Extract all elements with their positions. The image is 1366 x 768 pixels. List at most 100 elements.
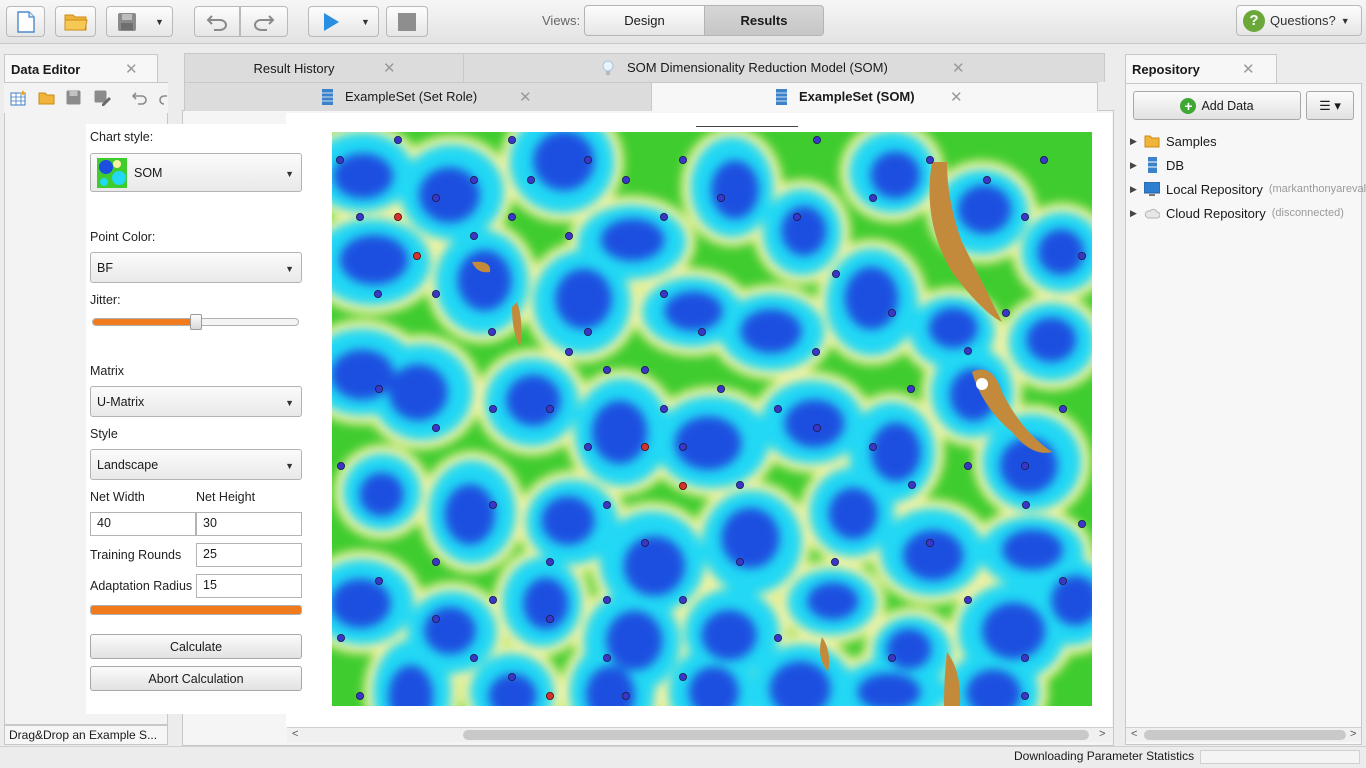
chevron-left-icon[interactable]: < — [292, 728, 298, 740]
repo-item-label: DB — [1166, 157, 1185, 173]
view-results-button[interactable]: Results — [704, 5, 824, 36]
view-design-button[interactable]: Design — [584, 5, 705, 36]
main-toolbar: ▼ ▼ Views: Design Results ? Questions? ▼ — [0, 0, 1366, 44]
questions-button[interactable]: ? Questions? ▼ — [1236, 5, 1362, 36]
new-table-icon[interactable] — [10, 90, 27, 106]
matrix-select[interactable]: U-Matrix ▼ — [90, 386, 302, 417]
questions-label: Questions? — [1270, 13, 1336, 28]
horizontal-scrollbar[interactable]: < > — [287, 727, 1113, 742]
data-point — [336, 155, 344, 164]
data-point — [355, 692, 364, 701]
jitter-label: Jitter: — [90, 293, 121, 307]
close-icon[interactable]: ✕ — [519, 88, 532, 106]
chevron-left-icon[interactable]: < — [1131, 728, 1137, 740]
close-icon[interactable]: ✕ — [952, 59, 965, 77]
run-dropdown-button[interactable]: ▼ — [353, 6, 379, 37]
repository-tab-label: Repository — [1132, 61, 1200, 77]
stop-icon — [398, 12, 416, 31]
training-rounds-input[interactable]: 25 — [196, 543, 302, 567]
scrollbar-thumb[interactable] — [1144, 730, 1346, 740]
chevron-right-icon[interactable]: > — [1099, 728, 1105, 740]
stop-process-button[interactable] — [386, 6, 428, 37]
tab-repository[interactable]: Repository ✕ — [1125, 54, 1277, 83]
save-disk-icon[interactable] — [66, 90, 81, 105]
data-point — [583, 327, 592, 336]
som-landscape-map — [332, 132, 1092, 706]
undo-icon[interactable] — [132, 91, 148, 105]
data-point — [602, 654, 611, 663]
data-point — [659, 289, 668, 298]
add-data-button[interactable]: + Add Data — [1133, 91, 1301, 120]
map-region-blue — [424, 606, 476, 655]
close-icon[interactable]: ✕ — [383, 59, 396, 77]
new-process-button[interactable] — [6, 6, 45, 37]
tab-som-model[interactable]: SOM Dimensionality Reduction Model (SOM)… — [463, 53, 1105, 82]
expand-arrow-icon[interactable]: ▶ — [1130, 136, 1138, 147]
net-width-input[interactable]: 40 — [90, 512, 196, 536]
abort-calculation-button[interactable]: Abort Calculation — [90, 666, 302, 691]
scrollbar-thumb[interactable] — [463, 730, 1089, 740]
point-color-select[interactable]: BF ▼ — [90, 252, 302, 283]
map-region-blue — [555, 268, 612, 330]
repo-item-local-repository[interactable]: ▶ Local Repository (markanthonyarevalo — [1130, 179, 1366, 199]
redo-icon[interactable] — [158, 91, 168, 105]
net-height-input[interactable]: 30 — [196, 512, 302, 536]
data-point — [545, 404, 554, 413]
undo-button[interactable] — [194, 6, 240, 37]
open-process-button[interactable] — [55, 6, 96, 37]
data-point — [830, 557, 839, 566]
progress-fill — [91, 606, 301, 614]
map-region-blue — [828, 487, 878, 540]
repo-item-db[interactable]: ▶ DB — [1130, 155, 1184, 175]
jitter-slider-thumb[interactable] — [190, 314, 202, 330]
run-process-button[interactable] — [308, 6, 354, 37]
save-process-button[interactable] — [106, 6, 148, 37]
save-as-icon[interactable] — [94, 90, 111, 106]
style-select[interactable]: Landscape ▼ — [90, 449, 302, 480]
data-point — [1021, 654, 1030, 663]
data-point — [964, 461, 973, 470]
data-point — [640, 365, 649, 374]
data-point — [926, 538, 935, 547]
expand-arrow-icon[interactable]: ▶ — [1130, 184, 1138, 195]
data-point — [602, 500, 611, 509]
map-region-blue — [740, 309, 802, 354]
calculation-progress-bar — [90, 605, 302, 615]
redo-button[interactable] — [240, 6, 288, 37]
map-region-blue — [541, 496, 595, 546]
expand-arrow-icon[interactable]: ▶ — [1130, 160, 1138, 171]
close-icon[interactable]: ✕ — [1242, 60, 1255, 78]
folder-icon[interactable] — [38, 91, 55, 105]
tab-result-history[interactable]: Result History ✕ — [184, 53, 464, 82]
repo-item-cloud-repository[interactable]: ▶ Cloud Repository (disconnected) — [1130, 203, 1344, 223]
save-dropdown-button[interactable]: ▼ — [147, 6, 173, 37]
repository-scrollbar[interactable]: < > — [1126, 727, 1361, 742]
chart-style-label: Chart style: — [90, 130, 154, 144]
chevron-right-icon[interactable]: > — [1350, 728, 1356, 740]
data-point — [716, 384, 725, 393]
map-region-blue — [674, 416, 742, 471]
tab-data-editor[interactable]: Data Editor ✕ — [4, 54, 158, 83]
tab-exampleset-som[interactable]: ExampleSet (SOM) ✕ — [651, 82, 1098, 111]
data-point-highlight — [545, 692, 554, 701]
chart-style-select[interactable]: SOM ▼ — [90, 153, 302, 192]
close-icon[interactable]: ✕ — [950, 88, 963, 106]
tab-exampleset-set-role[interactable]: ExampleSet (Set Role) ✕ — [184, 82, 652, 111]
map-region-blue — [606, 610, 663, 671]
data-point — [773, 633, 782, 642]
close-icon[interactable]: ✕ — [125, 60, 138, 78]
chevron-down-icon: ▼ — [285, 264, 294, 274]
calculate-button[interactable]: Calculate — [90, 634, 302, 659]
map-region-blue — [664, 291, 723, 332]
map-region-blue — [623, 536, 686, 596]
data-point — [792, 213, 801, 222]
data-point — [831, 269, 840, 278]
repository-menu-button[interactable]: ☰ ▾ — [1306, 91, 1354, 120]
repo-item-samples[interactable]: ▶ Samples — [1130, 131, 1217, 151]
map-region-blue — [523, 577, 569, 630]
map-region-blue — [1002, 529, 1063, 571]
data-point — [488, 500, 497, 509]
folder-open-icon — [64, 14, 88, 30]
expand-arrow-icon[interactable]: ▶ — [1130, 208, 1138, 219]
adaptation-radius-input[interactable]: 15 — [196, 574, 302, 598]
